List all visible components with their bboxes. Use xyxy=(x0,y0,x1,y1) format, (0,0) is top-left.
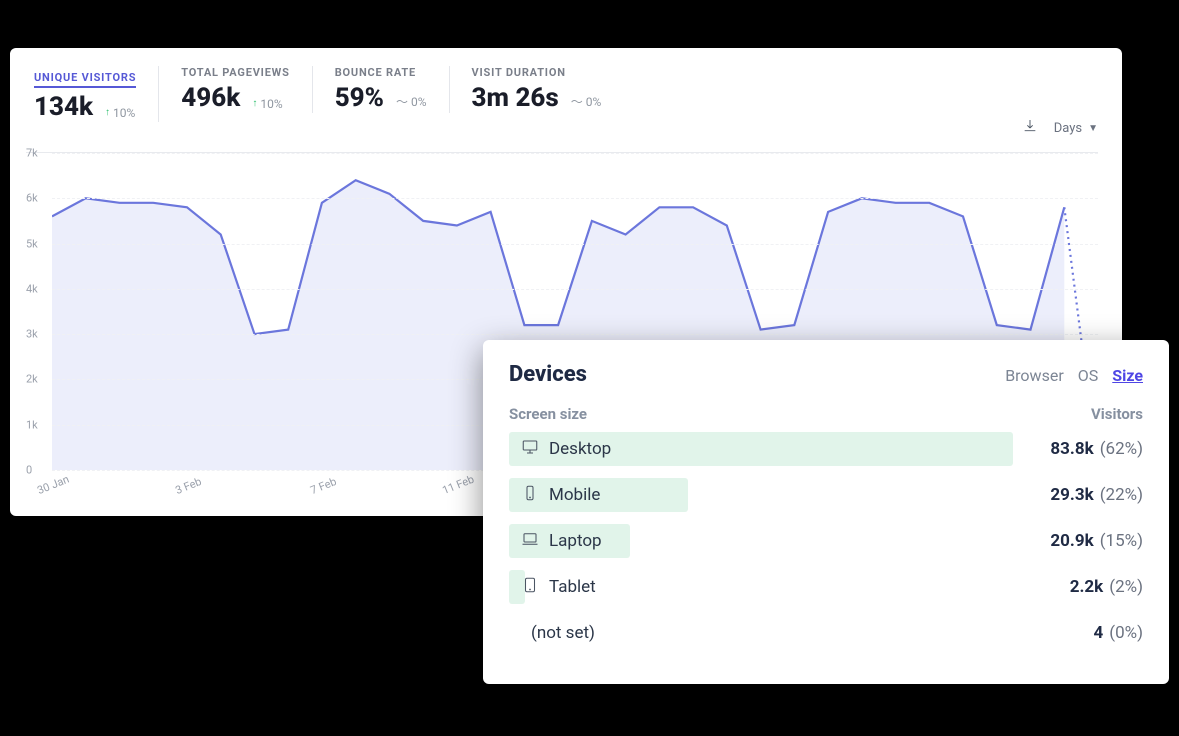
stat-total-pageviews[interactable]: TOTAL PAGEVIEWS 496k ↑10% xyxy=(181,66,312,113)
granularity-label: Days xyxy=(1054,121,1082,136)
device-visitors: 83.8k(62%) xyxy=(1013,439,1143,459)
devices-title: Devices xyxy=(509,362,587,387)
stat-unique-visitors[interactable]: UNIQUE VISITORS 134k ↑10% xyxy=(34,66,159,122)
y-axis-tick: 6k xyxy=(26,192,38,205)
laptop-icon xyxy=(521,530,539,553)
x-axis-tick: 3 Feb xyxy=(174,475,204,497)
device-name: Desktop xyxy=(549,439,611,459)
tab-size[interactable]: Size xyxy=(1112,366,1143,385)
x-axis-tick: 30 Jan xyxy=(35,473,71,498)
chart-toolbar: Days ▼ xyxy=(1022,118,1098,138)
stat-change: ↑10% xyxy=(105,106,135,120)
device-bar: Desktop xyxy=(509,432,1013,466)
stat-label: BOUNCE RATE xyxy=(335,66,427,79)
gridline xyxy=(52,198,1098,199)
y-axis-tick: 4k xyxy=(26,282,38,295)
device-name: Mobile xyxy=(549,485,600,505)
x-axis-tick: 7 Feb xyxy=(308,475,338,497)
stat-bounce-rate[interactable]: BOUNCE RATE 59% 〜0% xyxy=(335,66,450,113)
y-axis-tick: 7k xyxy=(26,147,38,160)
stat-visit-duration[interactable]: VISIT DURATION 3m 26s 〜0% xyxy=(472,66,624,113)
devices-col-value: Visitors xyxy=(1091,405,1143,423)
device-row[interactable]: Tablet 2.2k(2%) xyxy=(509,567,1143,607)
mobile-icon xyxy=(521,484,539,507)
device-name: Laptop xyxy=(549,531,602,551)
stat-label: VISIT DURATION xyxy=(472,66,602,79)
devices-col-label: Screen size xyxy=(509,405,587,423)
desktop-icon xyxy=(521,438,539,461)
device-visitors: 29.3k(22%) xyxy=(1013,485,1143,505)
gridline xyxy=(52,153,1098,154)
y-axis-tick: 3k xyxy=(26,328,38,341)
stat-label: TOTAL PAGEVIEWS xyxy=(181,66,289,79)
y-axis-tick: 2k xyxy=(26,373,38,386)
y-axis-tick: 0 xyxy=(26,464,32,477)
tablet-icon xyxy=(521,576,539,599)
gridline xyxy=(52,289,1098,290)
device-bar: Laptop xyxy=(509,524,1013,558)
stat-value: 496k xyxy=(181,83,240,113)
granularity-select[interactable]: Days ▼ xyxy=(1054,121,1098,136)
stat-change: ↑10% xyxy=(252,97,282,111)
device-bar: Mobile xyxy=(509,478,1013,512)
chevron-down-icon: ▼ xyxy=(1088,123,1098,134)
x-axis-tick: 11 Feb xyxy=(440,473,476,497)
device-visitors: 2.2k(2%) xyxy=(1013,577,1143,597)
stat-label: UNIQUE VISITORS xyxy=(34,71,136,88)
device-row[interactable]: (not set) 4(0%) xyxy=(509,613,1143,653)
device-row[interactable]: Mobile 29.3k(22%) xyxy=(509,475,1143,515)
devices-columns: Screen size Visitors xyxy=(509,405,1143,423)
y-axis-tick: 1k xyxy=(26,418,38,431)
device-name: (not set) xyxy=(531,623,595,643)
device-name: Tablet xyxy=(549,577,596,597)
tab-os[interactable]: OS xyxy=(1078,366,1099,385)
device-bar: (not set) xyxy=(509,616,1013,650)
stat-value: 3m 26s xyxy=(472,83,559,113)
device-visitors: 20.9k(15%) xyxy=(1013,531,1143,551)
devices-tabs: Browser OS Size xyxy=(1005,366,1143,385)
device-visitors: 4(0%) xyxy=(1013,623,1143,643)
devices-header: Devices Browser OS Size xyxy=(509,362,1143,387)
stat-value: 59% xyxy=(335,83,384,113)
tab-browser[interactable]: Browser xyxy=(1005,366,1064,385)
gridline xyxy=(52,244,1098,245)
stats-row: UNIQUE VISITORS 134k ↑10% TOTAL PAGEVIEWS 49… xyxy=(34,66,1098,122)
device-row[interactable]: Desktop 83.8k(62%) xyxy=(509,429,1143,469)
device-bar: Tablet xyxy=(509,570,1013,604)
device-row[interactable]: Laptop 20.9k(15%) xyxy=(509,521,1143,561)
stat-value: 134k xyxy=(34,92,93,122)
y-axis-tick: 5k xyxy=(26,237,38,250)
gridline xyxy=(52,334,1098,335)
devices-list: Desktop 83.8k(62%) Mobile 29.3k(22%) Laptop 2… xyxy=(509,429,1143,653)
devices-card: Devices Browser OS Size Screen size Visito… xyxy=(483,340,1169,684)
stat-change: 〜0% xyxy=(571,93,602,110)
stat-change: 〜0% xyxy=(396,93,427,110)
download-icon[interactable] xyxy=(1022,118,1038,138)
